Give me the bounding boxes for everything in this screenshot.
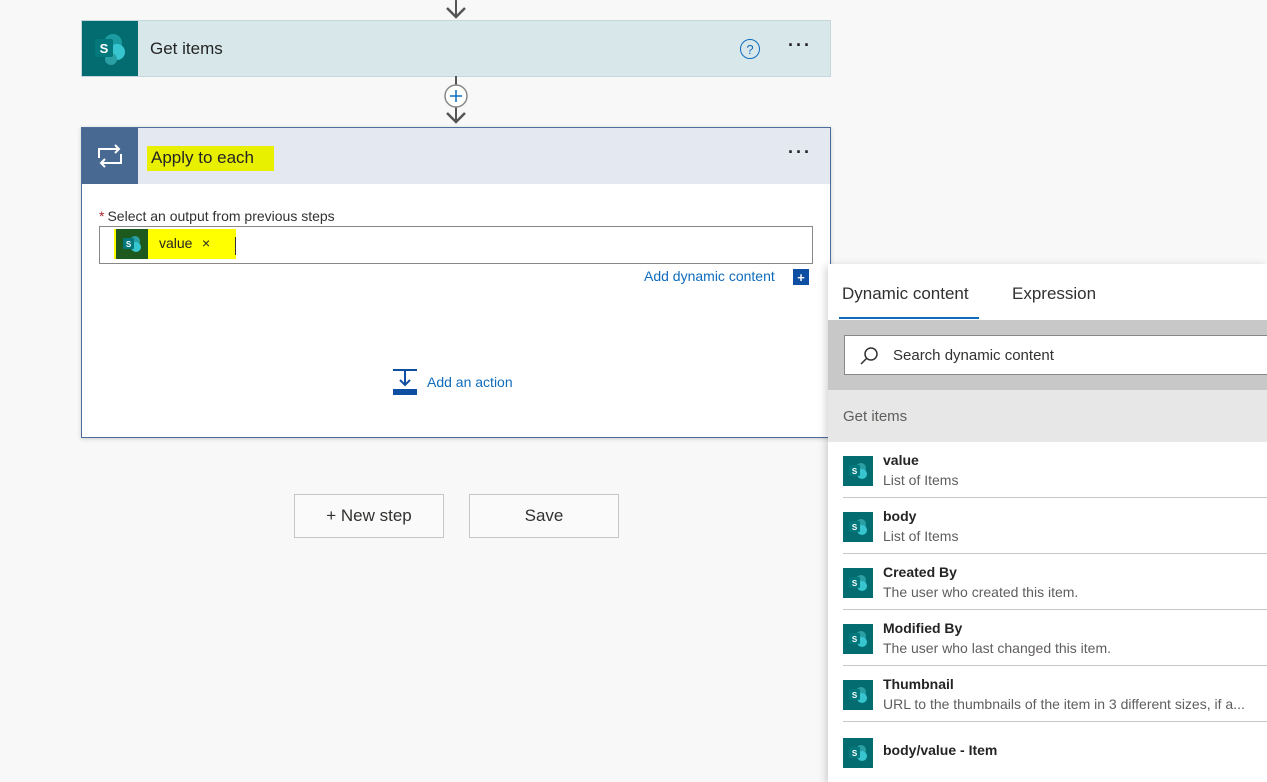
list-item[interactable]: S Thumbnail URL to the thumbnails of the… — [843, 666, 1267, 722]
item-description: The user who created this item. — [883, 584, 1079, 600]
sharepoint-icon: S — [82, 21, 138, 76]
item-name: Created By — [883, 564, 957, 580]
text-caret — [235, 237, 236, 255]
apply-to-each-title[interactable]: Apply to each — [147, 146, 275, 171]
item-description: URL to the thumbnails of the item in 3 d… — [883, 696, 1245, 712]
add-action-label: Add an action — [427, 374, 513, 390]
apply-to-each-header[interactable]: Apply to each ··· — [82, 128, 830, 184]
add-action-button[interactable]: Add an action — [392, 368, 513, 396]
item-name: value — [883, 452, 919, 468]
svg-text:S: S — [100, 41, 109, 56]
sharepoint-icon: S — [116, 229, 148, 259]
list-item[interactable]: S Modified By The user who last changed … — [843, 610, 1267, 666]
add-dynamic-content-link[interactable]: Add dynamic content — [644, 268, 775, 284]
section-header-get-items: Get items — [828, 390, 1267, 442]
get-items-title: Get items — [150, 39, 223, 58]
tab-dynamic-content[interactable]: Dynamic content — [842, 284, 969, 304]
add-action-icon — [393, 369, 417, 395]
dynamic-content-list: S value List of Items S body List of Ite… — [843, 442, 1267, 782]
list-item[interactable]: S body List of Items — [843, 498, 1267, 554]
svg-text:S: S — [852, 749, 858, 758]
value-token[interactable]: S value × — [114, 229, 236, 259]
help-icon[interactable]: ? — [740, 39, 760, 59]
section-title: Get items — [843, 408, 908, 425]
sharepoint-icon: S — [843, 456, 873, 486]
sharepoint-icon: S — [843, 568, 873, 598]
new-step-button[interactable]: + New step — [294, 494, 444, 538]
item-name: body/value - Item — [883, 742, 998, 758]
panel-pointer — [815, 278, 829, 306]
more-options-icon[interactable]: ··· — [788, 142, 812, 163]
connector-arrow-icon — [446, 0, 466, 19]
search-box[interactable] — [844, 335, 1267, 375]
sharepoint-icon: S — [843, 512, 873, 542]
search-icon — [860, 347, 878, 365]
field-label: * Select an output from previous steps — [99, 208, 335, 224]
search-input[interactable] — [893, 344, 1253, 366]
active-tab-indicator — [839, 317, 979, 319]
save-button[interactable]: Save — [469, 494, 619, 538]
svg-text:S: S — [852, 635, 858, 644]
get-items-card[interactable]: S Get items ? ··· — [81, 20, 831, 77]
item-description: List of Items — [883, 528, 959, 544]
search-zone — [828, 320, 1267, 390]
output-input[interactable]: S value × — [99, 226, 813, 264]
svg-text:S: S — [852, 523, 858, 532]
field-label-text: Select an output from previous steps — [107, 208, 335, 224]
list-item[interactable]: S body/value - Item — [843, 722, 1267, 782]
item-description: List of Items — [883, 472, 959, 488]
svg-text:S: S — [852, 691, 858, 700]
insert-step-connector[interactable] — [444, 76, 468, 128]
item-name: Modified By — [883, 620, 963, 636]
item-description: The user who last changed this item. — [883, 640, 1112, 656]
item-name: Thumbnail — [883, 676, 954, 692]
list-item[interactable]: S value List of Items — [843, 442, 1267, 498]
token-label: value — [159, 235, 193, 251]
sharepoint-icon: S — [843, 738, 873, 768]
item-name: body — [883, 508, 917, 524]
apply-to-each-card[interactable]: Apply to each ··· * Select an output from… — [81, 127, 831, 438]
remove-token-icon[interactable]: × — [202, 235, 210, 251]
tab-expression[interactable]: Expression — [1012, 284, 1096, 304]
add-dynamic-content-button[interactable]: + — [793, 269, 809, 285]
list-item[interactable]: S Created By The user who created this i… — [843, 554, 1267, 610]
dynamic-content-panel[interactable]: Dynamic content Expression Get items S v… — [828, 264, 1267, 782]
svg-text:S: S — [852, 579, 858, 588]
sharepoint-icon: S — [843, 680, 873, 710]
required-mark: * — [99, 208, 105, 224]
svg-text:S: S — [126, 240, 132, 249]
sharepoint-icon: S — [843, 624, 873, 654]
more-options-icon[interactable]: ··· — [788, 35, 812, 56]
svg-text:S: S — [852, 467, 858, 476]
loop-icon — [82, 128, 138, 184]
